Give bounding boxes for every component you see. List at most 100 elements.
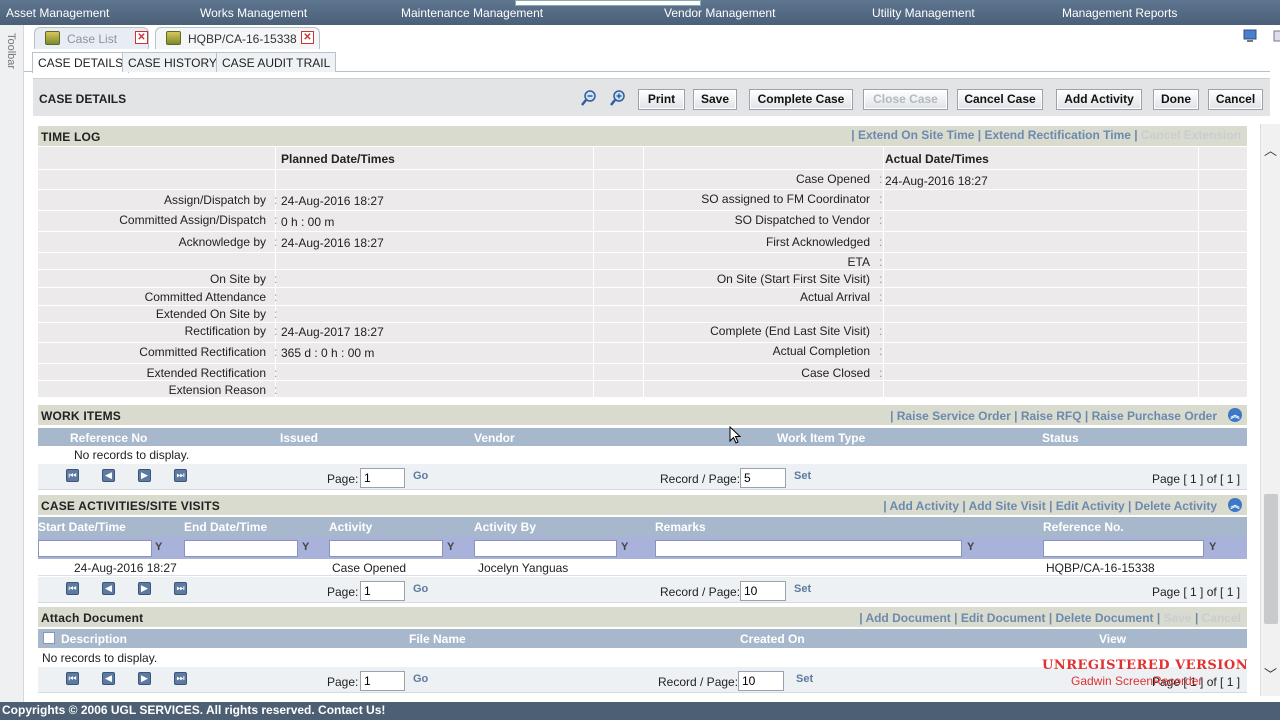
tab-case-list[interactable]: Case List ✕ xyxy=(34,27,149,49)
nav-asset-management[interactable]: Asset Management xyxy=(6,6,109,20)
zoom-out-icon[interactable] xyxy=(580,89,598,107)
col-issued[interactable]: Issued xyxy=(280,431,318,445)
col-file-name[interactable]: File Name xyxy=(409,632,466,646)
tab-case-audit-trail[interactable]: CASE AUDIT TRAIL xyxy=(216,52,337,72)
settings-icon[interactable] xyxy=(1272,29,1280,43)
filter-icon[interactable]: Y xyxy=(155,541,162,553)
scroll-up-icon[interactable]: ︿ xyxy=(1264,140,1277,159)
done-button[interactable]: Done xyxy=(1153,89,1199,110)
col-vendor[interactable]: Vendor xyxy=(474,431,515,445)
add-site-visit-link[interactable]: Add Site Visit xyxy=(969,499,1046,513)
col-description[interactable]: Description xyxy=(61,632,127,646)
edit-document-link[interactable]: Edit Document xyxy=(961,611,1046,625)
col-end-date[interactable]: End Date/Time xyxy=(184,520,267,534)
tab-case-history[interactable]: CASE HISTORY xyxy=(122,52,223,72)
save-button[interactable]: Save xyxy=(693,89,737,110)
monitor-icon[interactable] xyxy=(1243,29,1257,43)
collapse-icon[interactable]: ︽ xyxy=(1228,498,1242,512)
last-page-icon[interactable]: ⏭ xyxy=(174,469,187,482)
first-page-icon[interactable]: ⏮ xyxy=(66,582,79,595)
filter-activity-by-input[interactable] xyxy=(474,540,617,557)
last-page-icon[interactable]: ⏭ xyxy=(174,582,187,595)
cancel-document-link[interactable]: Cancel xyxy=(1202,611,1241,625)
rpp-input[interactable] xyxy=(740,468,786,488)
cancel-extension-link[interactable]: Cancel Extension xyxy=(1141,128,1241,142)
go-link[interactable]: Go xyxy=(413,583,428,595)
scroll-thumb[interactable] xyxy=(1264,494,1278,624)
raise-purchase-order-link[interactable]: Raise Purchase Order xyxy=(1092,409,1217,423)
select-all-checkbox[interactable] xyxy=(43,632,55,644)
scroll-down-icon[interactable]: ﹀ xyxy=(1264,664,1277,683)
nav-utility-management[interactable]: Utility Management xyxy=(872,6,975,20)
prev-page-icon[interactable]: ◀ xyxy=(102,672,115,685)
close-icon[interactable]: ✕ xyxy=(135,31,148,44)
col-reference-no[interactable]: Reference No xyxy=(70,431,147,445)
next-page-icon[interactable]: ▶ xyxy=(138,672,151,685)
page-input[interactable] xyxy=(360,671,405,691)
side-toolbar[interactable]: Toolbar xyxy=(0,25,24,720)
page-input[interactable] xyxy=(360,581,405,601)
raise-rfq-link[interactable]: Raise RFQ xyxy=(1021,409,1082,423)
col-remarks[interactable]: Remarks xyxy=(655,520,706,534)
filter-icon[interactable]: Y xyxy=(621,541,628,553)
nav-management-reports[interactable]: Management Reports xyxy=(1062,6,1177,20)
col-created-on[interactable]: Created On xyxy=(740,632,805,646)
col-start-date[interactable]: Start Date/Time xyxy=(38,520,126,534)
nav-maintenance-management[interactable]: Maintenance Management xyxy=(401,6,543,20)
col-status[interactable]: Status xyxy=(1042,431,1079,445)
filter-end-input[interactable] xyxy=(184,540,298,557)
go-link[interactable]: Go xyxy=(413,470,428,482)
filter-start-input[interactable] xyxy=(38,540,152,557)
cancel-button[interactable]: Cancel xyxy=(1208,89,1263,110)
col-activity-by[interactable]: Activity By xyxy=(474,520,536,534)
zoom-in-icon[interactable] xyxy=(609,89,627,107)
set-link[interactable]: Set xyxy=(796,673,813,685)
tab-case-detail[interactable]: HQBP/CA-16-15338 ✕ xyxy=(155,27,320,49)
print-button[interactable]: Print xyxy=(638,89,685,110)
complete-case-button[interactable]: Complete Case xyxy=(749,89,853,110)
delete-document-link[interactable]: Delete Document xyxy=(1056,611,1154,625)
next-page-icon[interactable]: ▶ xyxy=(138,469,151,482)
filter-remarks-input[interactable] xyxy=(655,540,962,557)
rpp-input[interactable] xyxy=(740,581,786,601)
set-link[interactable]: Set xyxy=(794,583,811,595)
add-activity-button[interactable]: Add Activity xyxy=(1056,89,1142,110)
rpp-input[interactable] xyxy=(738,671,784,691)
tab-case-details[interactable]: CASE DETAILS xyxy=(32,52,130,73)
first-page-icon[interactable]: ⏮ xyxy=(66,469,79,482)
first-page-icon[interactable]: ⏮ xyxy=(66,672,79,685)
prev-page-icon[interactable]: ◀ xyxy=(102,469,115,482)
col-reference-no[interactable]: Reference No. xyxy=(1043,520,1124,534)
table-row[interactable]: 24-Aug-2016 18:27 Case Opened Jocelyn Ya… xyxy=(38,559,1247,576)
filter-icon[interactable]: Y xyxy=(967,541,974,553)
col-activity[interactable]: Activity xyxy=(329,520,372,534)
delete-activity-link[interactable]: Delete Activity xyxy=(1135,499,1217,513)
close-icon[interactable]: ✕ xyxy=(301,31,314,44)
filter-icon[interactable]: Y xyxy=(1209,541,1216,553)
save-document-link[interactable]: Save xyxy=(1164,611,1192,625)
col-work-item-type[interactable]: Work Item Type xyxy=(777,431,865,445)
collapse-icon[interactable]: ︽ xyxy=(1228,408,1242,422)
add-activity-link[interactable]: Add Activity xyxy=(889,499,959,513)
go-link[interactable]: Go xyxy=(413,673,428,685)
close-case-button[interactable]: Close Case xyxy=(863,89,948,110)
col-view[interactable]: View xyxy=(1099,632,1126,646)
extend-on-site-time-link[interactable]: Extend On Site Time xyxy=(858,128,974,142)
edit-activity-link[interactable]: Edit Activity xyxy=(1056,499,1125,513)
cancel-case-button[interactable]: Cancel Case xyxy=(957,89,1043,110)
filter-icon[interactable]: Y xyxy=(302,541,309,553)
filter-icon[interactable]: Y xyxy=(447,541,454,553)
filter-activity-input[interactable] xyxy=(329,540,443,557)
page-input[interactable] xyxy=(360,468,405,488)
set-link[interactable]: Set xyxy=(794,470,811,482)
extend-rectification-time-link[interactable]: Extend Rectification Time xyxy=(984,128,1130,142)
vertical-scrollbar[interactable]: ︿ ﹀ xyxy=(1260,124,1280,696)
next-page-icon[interactable]: ▶ xyxy=(138,582,151,595)
raise-service-order-link[interactable]: Raise Service Order xyxy=(897,409,1011,423)
add-document-link[interactable]: Add Document xyxy=(865,611,950,625)
nav-vendor-management[interactable]: Vendor Management xyxy=(664,6,775,20)
filter-reference-input[interactable] xyxy=(1043,540,1204,557)
nav-works-management[interactable]: Works Management xyxy=(200,6,307,20)
last-page-icon[interactable]: ⏭ xyxy=(174,672,187,685)
prev-page-icon[interactable]: ◀ xyxy=(102,582,115,595)
